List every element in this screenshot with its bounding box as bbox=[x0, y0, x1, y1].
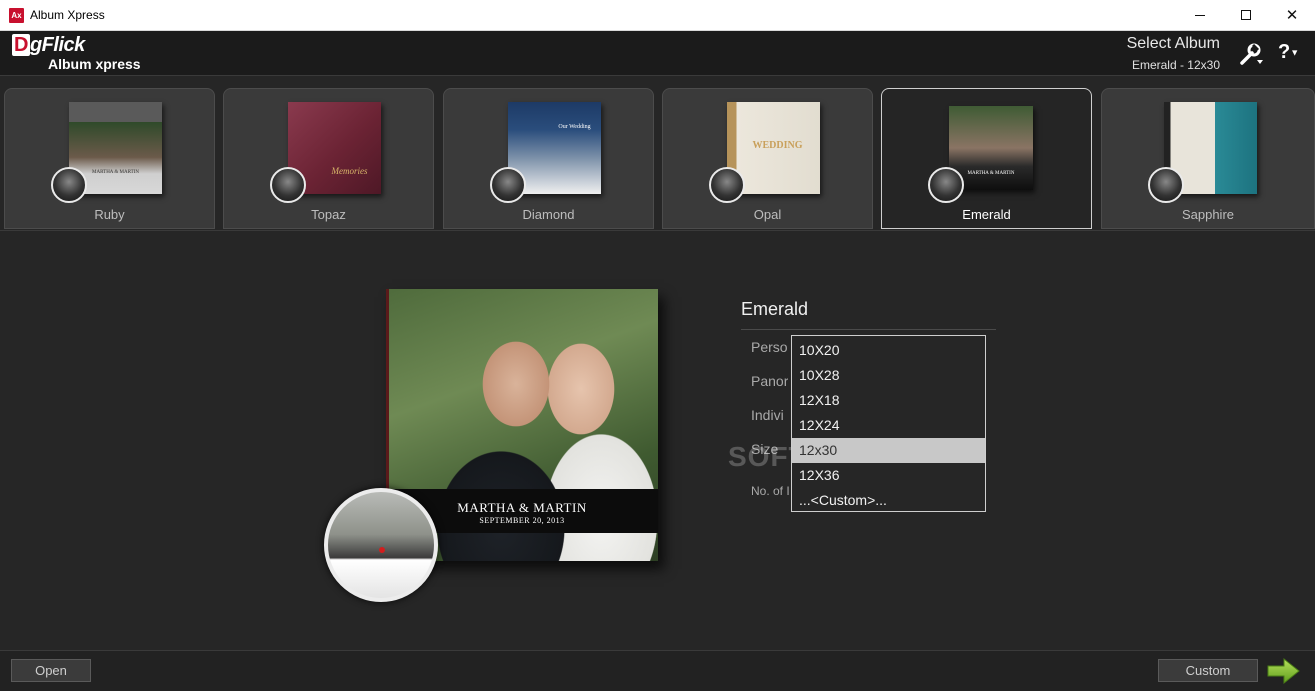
panoramic-label: Panor bbox=[751, 373, 789, 389]
divider bbox=[741, 329, 996, 330]
logo: DgFlick bbox=[12, 34, 85, 56]
footer-bar: Open Custom bbox=[0, 650, 1315, 691]
album-tile-label: Topaz bbox=[311, 207, 346, 222]
window-title: Album Xpress bbox=[30, 8, 105, 22]
cover-detail-badge bbox=[1148, 167, 1184, 203]
album-tile-label: Ruby bbox=[94, 207, 125, 222]
maximize-icon bbox=[1241, 10, 1251, 20]
size-dropdown-list[interactable]: 10X20 10X28 12X18 12X24 12x30 12X36 ...<… bbox=[791, 335, 986, 512]
next-arrow-icon[interactable] bbox=[1266, 657, 1302, 685]
app-header: DgFlick Album xpress Select Album Emeral… bbox=[0, 31, 1315, 76]
personalize-label: Perso bbox=[751, 339, 788, 355]
album-tile-topaz[interactable]: Memories Topaz bbox=[223, 88, 434, 229]
close-button[interactable]: ✕ bbox=[1269, 0, 1315, 30]
album-name-heading: Emerald bbox=[741, 299, 809, 319]
size-option[interactable]: 12X18 bbox=[792, 388, 985, 413]
cover-detail-badge bbox=[709, 167, 745, 203]
custom-button[interactable]: Custom bbox=[1158, 659, 1258, 682]
album-tile-sapphire[interactable]: Sapphire bbox=[1101, 88, 1315, 229]
size-option-selected[interactable]: 12x30 bbox=[792, 438, 985, 463]
minimize-button[interactable] bbox=[1177, 0, 1223, 30]
individual-label: Indivi bbox=[751, 407, 784, 423]
cover-detail-badge bbox=[490, 167, 526, 203]
size-option[interactable]: 10X28 bbox=[792, 363, 985, 388]
cover-detail-badge bbox=[270, 167, 306, 203]
cover-detail-badge bbox=[51, 167, 87, 203]
album-detail-area: MARTHA & MARTIN SEPTEMBER 20, 2013 Emera… bbox=[0, 230, 1315, 650]
magnifier-detail bbox=[379, 547, 385, 553]
select-album-heading: Select Album bbox=[1126, 35, 1220, 52]
minimize-icon bbox=[1195, 14, 1205, 16]
help-menu-button[interactable]: ?▼ bbox=[1278, 41, 1299, 64]
album-tile-label: Emerald bbox=[962, 207, 1011, 222]
close-icon: ✕ bbox=[1285, 6, 1299, 24]
app-icon: Ax bbox=[9, 8, 24, 23]
wrench-icon[interactable] bbox=[1238, 41, 1264, 67]
number-of-pages-label: No. of I bbox=[751, 484, 790, 498]
open-button[interactable]: Open bbox=[11, 659, 91, 682]
album-tile-ruby[interactable]: MARTHA & MARTIN Ruby bbox=[4, 88, 215, 229]
cover-detail-badge bbox=[928, 167, 964, 203]
album-tile-label: Sapphire bbox=[1181, 207, 1235, 222]
chevron-down-icon: ▼ bbox=[1290, 47, 1300, 58]
album-tile-opal[interactable]: WEDDING Opal bbox=[662, 88, 873, 229]
maximize-button[interactable] bbox=[1223, 0, 1269, 30]
size-option[interactable]: 12X36 bbox=[792, 463, 985, 488]
window-titlebar: Ax Album Xpress ✕ bbox=[0, 0, 1315, 31]
size-option[interactable]: 10X20 bbox=[792, 338, 985, 363]
size-option[interactable]: 12X24 bbox=[792, 413, 985, 438]
album-tile-diamond[interactable]: Our Wedding Diamond bbox=[443, 88, 654, 229]
product-name: Album xpress bbox=[48, 56, 141, 72]
album-tile-label: Diamond bbox=[522, 207, 575, 222]
album-tile-emerald[interactable]: MARTHA & MARTIN Emerald bbox=[881, 88, 1092, 229]
album-tiles: MARTHA & MARTIN Ruby Memories Topaz Our … bbox=[0, 77, 1315, 230]
size-option-custom[interactable]: ...<Custom>... bbox=[792, 488, 985, 513]
cover-detail-magnifier bbox=[324, 488, 438, 602]
selected-album-summary: Emerald - 12x30 bbox=[1131, 58, 1220, 72]
album-tile-label: Opal bbox=[753, 207, 782, 222]
